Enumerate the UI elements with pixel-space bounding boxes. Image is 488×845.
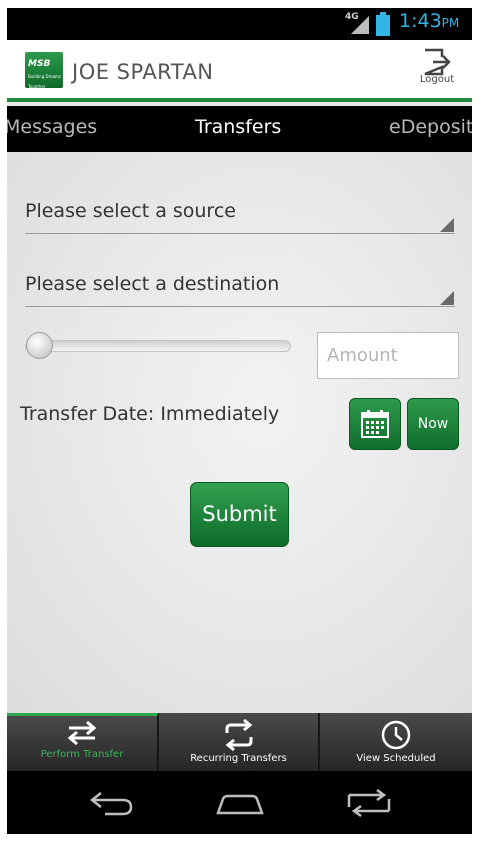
logout-icon xyxy=(424,48,451,76)
recurring-transfers-button[interactable]: Recurring Transfers xyxy=(159,713,319,771)
recent-apps-icon[interactable] xyxy=(343,789,395,817)
dropdown-corner-icon xyxy=(440,218,454,232)
phone-screen: 4G 1:43PM MSB Building Dreams Together J… xyxy=(7,8,472,834)
logout-button[interactable]: Logout xyxy=(412,48,462,96)
calendar-icon xyxy=(361,410,389,438)
recurring-arrows-icon xyxy=(225,719,252,751)
transfer-date-value: Immediately xyxy=(160,403,280,425)
slider-thumb[interactable] xyxy=(26,332,53,359)
view-scheduled-button[interactable]: View Scheduled xyxy=(320,713,472,771)
slider-track[interactable] xyxy=(25,340,291,352)
perform-transfer-button[interactable]: Perform Transfer xyxy=(7,713,158,771)
bottom-action-bar: Perform Transfer Recurring Transfers Vie… xyxy=(7,713,472,771)
perform-transfer-label: Perform Transfer xyxy=(40,749,124,760)
transfer-date: Transfer Date: Immediately xyxy=(20,403,279,425)
now-button[interactable]: Now xyxy=(407,398,459,450)
tab-bar: Messages Transfers eDeposit xyxy=(7,106,472,152)
submit-button[interactable]: Submit xyxy=(190,482,289,547)
transfer-date-label: Transfer Date: xyxy=(20,403,155,425)
amount-slider[interactable] xyxy=(25,330,291,360)
tab-edeposit[interactable]: eDeposit xyxy=(389,116,472,138)
recurring-transfers-label: Recurring Transfers xyxy=(190,753,287,764)
destination-select[interactable]: Please select a destination xyxy=(25,267,455,307)
tab-transfers[interactable]: Transfers xyxy=(195,116,281,138)
status-clock: 1:43PM xyxy=(399,10,460,32)
user-name: JOE SPARTAN xyxy=(72,60,214,84)
signal-icon xyxy=(351,16,369,34)
swap-arrows-icon xyxy=(67,720,97,746)
system-nav-bar xyxy=(7,771,472,834)
status-bar: 4G 1:43PM xyxy=(7,8,472,40)
amount-input[interactable] xyxy=(317,332,459,379)
source-select[interactable]: Please select a source xyxy=(25,194,455,234)
source-select-label: Please select a source xyxy=(25,200,236,222)
transfer-form: Please select a source Please select a d… xyxy=(7,152,472,713)
clock-icon xyxy=(381,720,411,750)
tab-messages[interactable]: Messages xyxy=(7,116,97,138)
dropdown-corner-icon xyxy=(440,291,454,305)
app-header: MSB Building Dreams Together JOE SPARTAN… xyxy=(7,40,472,102)
calendar-button[interactable] xyxy=(349,398,401,450)
bank-logo: MSB Building Dreams Together xyxy=(25,52,63,89)
back-icon[interactable] xyxy=(89,789,135,817)
logout-label: Logout xyxy=(419,74,455,85)
view-scheduled-label: View Scheduled xyxy=(356,753,436,764)
destination-select-label: Please select a destination xyxy=(25,273,280,295)
battery-icon xyxy=(376,12,390,36)
home-icon[interactable] xyxy=(215,789,265,817)
